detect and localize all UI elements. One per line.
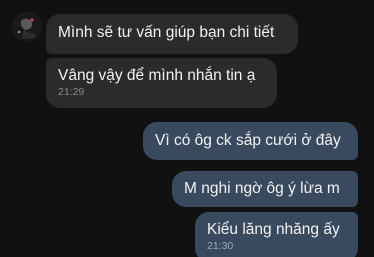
avatar-image xyxy=(12,12,42,42)
message-text: M nghi ngờ ôg ý lừa m xyxy=(184,180,340,197)
message-bubble-outgoing[interactable]: Kiểu lăng nhăng ấy 21:30 xyxy=(195,212,358,257)
message-timestamp: 21:29 xyxy=(58,86,85,98)
avatar[interactable] xyxy=(12,12,42,42)
message-text: Vâng vậy để mình nhắn tin ạ xyxy=(58,67,256,84)
chat-thread: Mình sẽ tư vấn giúp bạn chi tiết Vâng vậ… xyxy=(0,0,374,257)
message-bubble-outgoing[interactable]: Vì có ôg ck sắp cưới ở đây xyxy=(143,122,358,160)
message-bubble-incoming[interactable]: Mình sẽ tư vấn giúp bạn chi tiết xyxy=(46,14,298,54)
message-timestamp: 21:30 xyxy=(207,240,234,252)
message-bubble-incoming[interactable]: Vâng vậy để mình nhắn tin ạ 21:29 xyxy=(46,58,277,108)
message-text: Kiểu lăng nhăng ấy xyxy=(207,221,340,238)
message-text: Vì có ôg ck sắp cưới ở đây xyxy=(155,132,341,149)
message-bubble-outgoing[interactable]: M nghi ngờ ôg ý lừa m xyxy=(172,171,358,207)
message-text: Mình sẽ tư vấn giúp bạn chi tiết xyxy=(58,24,275,41)
